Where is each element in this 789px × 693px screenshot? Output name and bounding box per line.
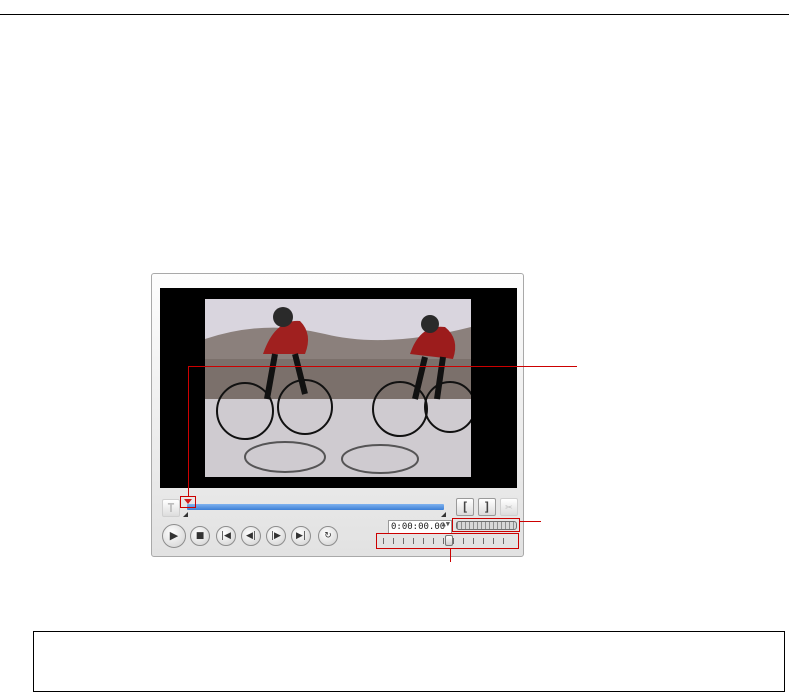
playhead-callout-vertical: [188, 366, 189, 496]
preview-area: [160, 288, 517, 488]
mark-out-button[interactable]: ]: [478, 498, 496, 516]
scrub-bar[interactable]: [187, 504, 444, 510]
text-button[interactable]: T: [162, 499, 180, 517]
jog-wheel[interactable]: [456, 521, 517, 530]
go-to-start-button[interactable]: |◀: [216, 526, 236, 546]
go-to-end-button[interactable]: ▶|: [291, 526, 311, 546]
video-frame: [205, 299, 476, 477]
shuttle-callout-box: [376, 533, 519, 549]
playhead-callout-horizontal: [188, 366, 577, 367]
scissors-icon[interactable]: ✂: [500, 498, 518, 516]
mark-in-button[interactable]: [: [456, 498, 474, 516]
jog-callout-line: [519, 521, 541, 522]
timecode-value: 0:00:00.00: [391, 522, 446, 532]
timecode-field[interactable]: 0:00:00.00 ▲▼: [388, 520, 452, 534]
note-box: [33, 631, 785, 692]
playhead-icon[interactable]: [184, 499, 192, 504]
scrub-row: T [ ] ✂: [160, 496, 518, 518]
video-player-window: T [ ] ✂ ▶ ■ |◀ ◀| |▶ ▶| ↻ 0:00:00.00 ▲▼: [151, 273, 524, 557]
mark-in-indicator: [183, 512, 188, 517]
shuttle-knob[interactable]: [445, 535, 453, 546]
cyclists-video-frame-icon: [205, 299, 476, 477]
transport-controls: ▶ ■ |◀ ◀| |▶ ▶| ↻: [160, 524, 340, 548]
repeat-button[interactable]: ↻: [318, 526, 338, 546]
jog-wheel-callout-box: [452, 518, 520, 532]
step-forward-button[interactable]: |▶: [266, 526, 286, 546]
timecode-spinner[interactable]: ▲▼: [442, 521, 450, 528]
stop-button[interactable]: ■: [190, 526, 210, 546]
playhead-callout-box: [180, 496, 196, 508]
page-top-rule: [0, 14, 789, 15]
shuttle-callout-line: [450, 548, 451, 562]
mark-out-indicator: [441, 512, 446, 517]
step-back-button[interactable]: ◀|: [241, 526, 261, 546]
play-button[interactable]: ▶: [162, 524, 186, 548]
